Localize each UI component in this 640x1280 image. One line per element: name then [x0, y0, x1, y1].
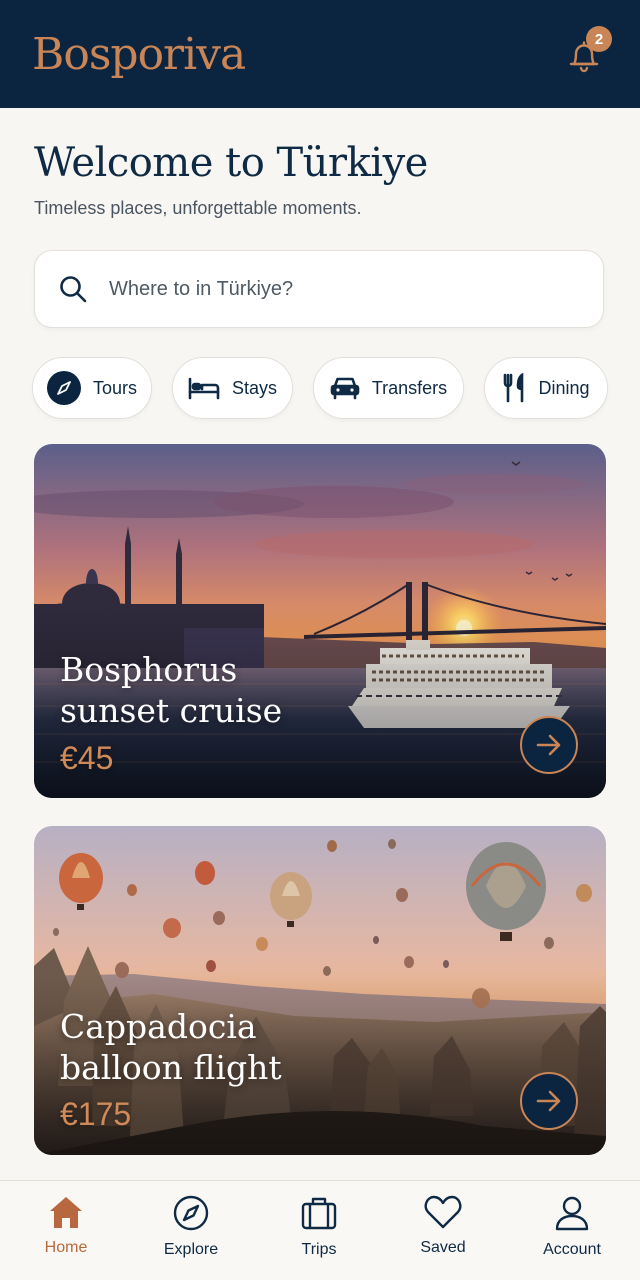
nav-explore[interactable]: Explore	[136, 1195, 246, 1271]
card-title-line: Cappadocia	[60, 1007, 257, 1046]
card-title-line: Bosphorus	[60, 650, 238, 689]
notifications-button[interactable]: 2	[560, 26, 612, 78]
bed-icon	[188, 377, 220, 400]
car-icon	[330, 377, 360, 400]
nav-trips[interactable]: Trips	[264, 1195, 374, 1271]
card-price: €45	[60, 740, 114, 776]
card-title: Bosphorus sunset cruise	[60, 649, 360, 731]
search-bar[interactable]	[34, 250, 604, 328]
search-input[interactable]	[109, 277, 549, 301]
chip-transfers[interactable]: Transfers	[313, 357, 464, 419]
chip-label: Tours	[92, 377, 137, 398]
nav-saved[interactable]: Saved	[388, 1195, 498, 1271]
nav-label: Explore	[163, 1241, 219, 1258]
arrow-right-icon	[536, 1090, 561, 1112]
notification-badge: 2	[586, 26, 612, 52]
nav-account[interactable]: Account	[517, 1195, 627, 1271]
card-title: Cappadocia balloon flight	[60, 1006, 360, 1088]
chip-dining[interactable]: Dining	[484, 357, 608, 419]
nav-label: Account	[543, 1241, 601, 1258]
chip-label: Stays	[231, 377, 278, 398]
card-title-line: balloon flight	[60, 1048, 282, 1087]
user-icon	[555, 1196, 589, 1231]
compass-icon	[173, 1195, 209, 1231]
card-open-button[interactable]	[520, 1072, 578, 1130]
nav-home[interactable]: Home	[11, 1195, 121, 1271]
card-open-button[interactable]	[520, 716, 578, 774]
card-price: €175	[60, 1096, 132, 1132]
tour-card-cappadocia[interactable]: Cappadocia balloon flight €175	[34, 826, 606, 1155]
bottom-navigation: Home Explore Trips Saved Account	[0, 1180, 640, 1280]
suitcase-icon	[301, 1197, 337, 1230]
compass-icon	[46, 371, 81, 405]
category-chips: Tours Stays Transfers Dining	[32, 357, 610, 419]
arrow-right-icon	[536, 734, 561, 756]
page-subtitle: Timeless places, unforgettable moments.	[34, 198, 362, 218]
app-header: Bosporiva 2	[0, 0, 640, 108]
app-logo[interactable]: Bosporiva	[32, 29, 246, 80]
nav-label: Home	[44, 1239, 88, 1256]
tour-card-bosphorus[interactable]: Bosphorus sunset cruise €45	[34, 444, 606, 798]
fork-knife-icon	[504, 373, 524, 403]
search-icon	[60, 276, 87, 303]
page-title: Welcome to Türkiye	[34, 140, 428, 186]
card-title-line: sunset cruise	[60, 691, 283, 730]
chip-label: Dining	[538, 377, 590, 398]
chip-label: Transfers	[371, 377, 448, 398]
heart-icon	[424, 1195, 462, 1229]
chip-stays[interactable]: Stays	[172, 357, 293, 419]
nav-label: Trips	[301, 1241, 337, 1258]
home-icon	[50, 1197, 82, 1228]
chip-tours[interactable]: Tours	[32, 357, 152, 419]
nav-label: Saved	[420, 1239, 466, 1256]
